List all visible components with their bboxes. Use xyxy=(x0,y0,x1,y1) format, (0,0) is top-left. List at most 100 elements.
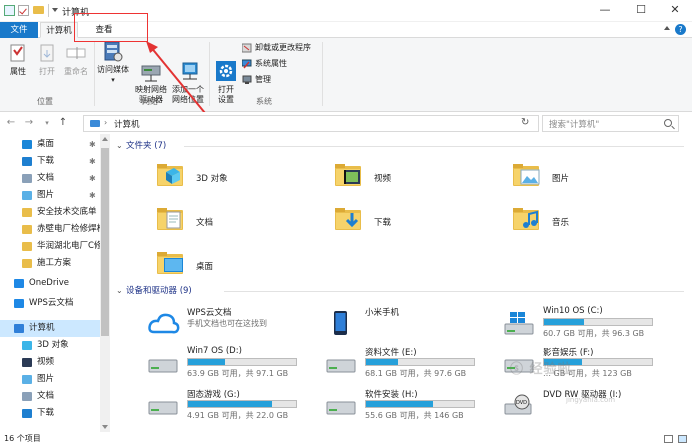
sidebar-item-label: 图片 xyxy=(37,374,55,384)
sidebar-item-label: 安全技术交底单 xyxy=(37,207,97,217)
3d-objects-icon xyxy=(156,160,188,192)
sidebar-item[interactable]: 图片 ✱ xyxy=(0,187,100,204)
drive-item[interactable]: 软件安装 (H:) 55.6 GB 可用，共 146 GB xyxy=(326,388,506,428)
folder-label: 下载 xyxy=(374,218,392,228)
folder-icon xyxy=(22,225,32,234)
pin-icon[interactable]: ✱ xyxy=(89,187,96,204)
windows-drive-icon xyxy=(504,310,534,335)
sidebar-item[interactable]: 文档 xyxy=(0,388,100,405)
phone-icon xyxy=(326,310,354,335)
item-count: 16 个项目 xyxy=(4,434,41,443)
drive-item[interactable]: Win7 OS (D:) 63.9 GB 可用，共 97.1 GB xyxy=(148,346,328,386)
document-folder-icon xyxy=(156,204,188,236)
wps-cloud-icon xyxy=(148,310,180,334)
drive-usage-bar xyxy=(543,318,653,326)
pin-icon[interactable]: ✱ xyxy=(89,153,96,170)
drive-usage-fill xyxy=(188,401,273,407)
drive-usage-fill xyxy=(366,359,399,365)
svg-text:DVD: DVD xyxy=(516,400,527,406)
drive-icon xyxy=(326,392,356,416)
drive-item[interactable]: 资料文件 (E:) 68.1 GB 可用，共 97.6 GB xyxy=(326,346,506,386)
chevron-down-icon: ⌄ xyxy=(116,141,123,150)
folder-label: 音乐 xyxy=(552,218,570,228)
sidebar-item[interactable]: 华润湖北电厂C修 xyxy=(0,238,100,255)
drive-name: WPS云文档 xyxy=(187,308,232,318)
sidebar-item[interactable]: OneDrive xyxy=(0,275,100,292)
drive-item[interactable]: WPS云文档 手机文档也可在这找到 xyxy=(148,306,328,346)
refresh-button[interactable]: ↻ xyxy=(521,117,529,128)
folder-item[interactable]: 音乐 xyxy=(512,204,662,244)
folder-item[interactable]: 3D 对象 xyxy=(156,160,306,200)
sidebar-item[interactable]: 图片 xyxy=(0,371,100,388)
sidebar-item-label: 3D 对象 xyxy=(37,340,69,350)
sidebar-item[interactable]: 文档 ✱ xyxy=(0,170,100,187)
sidebar-item[interactable]: WPS云文档 xyxy=(0,295,100,312)
drive-info: 手机文档也可在这找到 xyxy=(187,319,267,328)
drive-name: 资料文件 (E:) xyxy=(365,348,417,358)
desktop-folder-icon xyxy=(156,248,188,280)
drive-icon xyxy=(326,350,356,374)
up-button[interactable]: ↑ xyxy=(56,116,70,130)
sidebar-item[interactable]: 桌面 ✱ xyxy=(0,136,100,153)
chevron-down-icon: ⌄ xyxy=(116,286,123,295)
address-field[interactable]: › 计算机 xyxy=(83,115,539,132)
back-button[interactable]: ← xyxy=(4,116,18,130)
drive-item[interactable]: 固态游戏 (G:) 4.91 GB 可用，共 22.0 GB xyxy=(148,388,328,428)
forward-button[interactable]: → xyxy=(22,116,36,130)
sidebar-item-label: 文档 xyxy=(37,173,55,183)
search-placeholder: 搜索"计算机" xyxy=(549,120,600,130)
tiles-view-icon[interactable] xyxy=(678,435,687,443)
folder-item[interactable]: 文档 xyxy=(156,204,306,244)
breadcrumb[interactable]: 计算机 xyxy=(114,118,140,130)
sidebar-item-label: 下载 xyxy=(37,408,55,418)
folders-section-header[interactable]: ⌄ 文件夹 (7) xyxy=(116,139,166,153)
sidebar-item-label: OneDrive xyxy=(29,278,69,288)
3d-icon xyxy=(22,341,32,350)
sidebar-item-label: 文档 xyxy=(37,391,55,401)
drive-info: 60.7 GB 可用，共 96.3 GB xyxy=(543,329,645,338)
drive-info: 68.1 GB 可用，共 97.6 GB xyxy=(365,369,467,378)
sidebar-item[interactable]: 计算机 xyxy=(0,320,100,337)
drive-name: Win7 OS (D:) xyxy=(187,346,242,356)
drive-name: 影音娱乐 (F:) xyxy=(543,348,594,358)
divider xyxy=(184,146,684,147)
watermark-url: jingyanla.com xyxy=(566,396,616,404)
folder-icon xyxy=(22,208,32,217)
details-view-icon[interactable] xyxy=(664,435,673,443)
pin-icon[interactable]: ✱ xyxy=(89,170,96,187)
sidebar-item[interactable]: 赤壁电厂检修焊材 xyxy=(0,221,100,238)
computer-icon xyxy=(14,324,24,333)
nav-scrollbar[interactable] xyxy=(100,134,110,432)
address-bar-row: ← → ▾ ↑ › 计算机 ↻ 搜索"计算机" xyxy=(0,112,692,134)
sidebar-item[interactable]: 安全技术交底单 xyxy=(0,204,100,221)
folder-item[interactable]: 下载 xyxy=(334,204,484,244)
recent-locations-button[interactable]: ▾ xyxy=(40,116,54,130)
drive-item[interactable]: 小米手机 xyxy=(326,306,506,346)
sidebar-item-label: 赤壁电厂检修焊材 xyxy=(37,224,100,234)
sidebar-item[interactable]: 下载 xyxy=(0,405,100,422)
picture-folder-icon xyxy=(512,160,544,192)
folder-icon xyxy=(22,242,32,251)
folder-item[interactable]: 视频 xyxy=(334,160,484,200)
folder-item[interactable]: 桌面 xyxy=(156,248,306,288)
drive-item[interactable]: Win10 OS (C:) 60.7 GB 可用，共 96.3 GB xyxy=(504,306,684,346)
drive-info: 55.6 GB 可用，共 146 GB xyxy=(365,411,464,420)
folder-item[interactable]: 图片 xyxy=(512,160,662,200)
pin-icon[interactable]: ✱ xyxy=(89,136,96,153)
folder-label: 桌面 xyxy=(196,262,214,272)
drive-info: 63.9 GB 可用，共 97.1 GB xyxy=(187,369,289,378)
sidebar-item-label: 图片 xyxy=(37,190,55,200)
folder-label: 文档 xyxy=(196,218,214,228)
drive-icon xyxy=(148,392,178,416)
scroll-down-icon[interactable] xyxy=(102,425,108,429)
watermark: ⓢ 经验啦 xyxy=(510,362,572,377)
drive-item[interactable]: DVD DVD RW 驱动器 (I:) xyxy=(504,388,684,428)
sidebar-item[interactable]: 下载 ✱ xyxy=(0,153,100,170)
scroll-up-icon[interactable] xyxy=(102,137,108,141)
search-input[interactable]: 搜索"计算机" xyxy=(542,115,679,132)
sidebar-item[interactable]: 视频 xyxy=(0,354,100,371)
breadcrumb-separator-icon: › xyxy=(104,118,108,127)
sidebar-item[interactable]: 施工方案 xyxy=(0,255,100,272)
scroll-thumb[interactable] xyxy=(101,148,109,336)
sidebar-item[interactable]: 3D 对象 xyxy=(0,337,100,354)
